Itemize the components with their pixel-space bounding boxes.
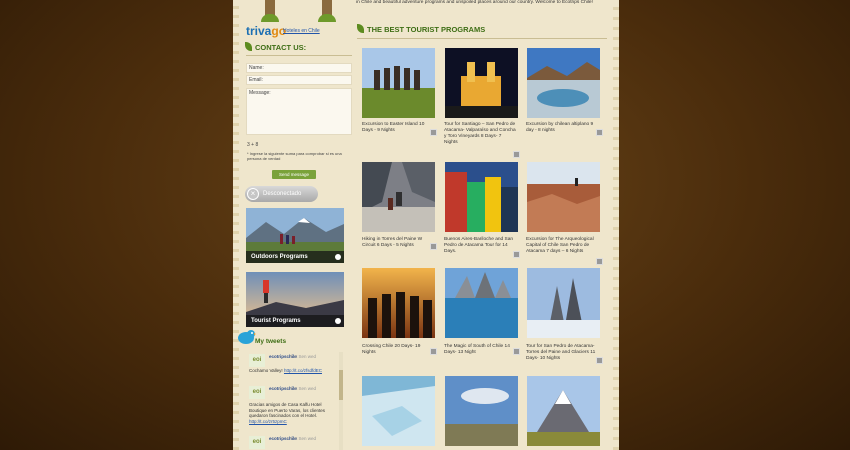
captcha-question: 3 + 8: [247, 142, 259, 148]
close-icon: ×: [247, 188, 259, 200]
contact-heading: CONTACT US:: [245, 42, 306, 52]
program-image-desert-valley[interactable]: [527, 162, 600, 232]
tweet-link[interactable]: http://t.co/zr5zpmC: [249, 419, 287, 424]
tweets-heading: My tweets: [255, 338, 287, 345]
program-image-altiplano-lagoon[interactable]: [527, 48, 600, 118]
intro-text: in Chile and beautiful adventure program…: [356, 0, 593, 5]
avatar: eoi: [249, 386, 265, 399]
program-image-torres-lake[interactable]: [445, 268, 518, 338]
program-image-santiago-night[interactable]: [445, 48, 518, 118]
avatar: eoi: [249, 354, 265, 367]
twitter-bird-icon: [238, 330, 256, 344]
program-image-volcano[interactable]: [527, 376, 600, 446]
program-caption[interactable]: Excursion for The Arqueological Capital …: [526, 237, 598, 255]
program-image-easter-island[interactable]: [362, 48, 435, 118]
divider: [357, 38, 607, 39]
trivago-link[interactable]: Hoteles en Chile: [283, 28, 320, 34]
grass-image: [261, 14, 279, 22]
program-caption[interactable]: Buenos Aires-Bariloche and San Pedro de …: [444, 237, 516, 255]
arrow-icon: [335, 254, 341, 260]
more-icon[interactable]: [513, 151, 520, 158]
name-field[interactable]: Name:: [246, 63, 352, 73]
tweets-scrollbar[interactable]: [339, 352, 343, 450]
program-caption[interactable]: Crossing Chile 20 Days- 19 Nights: [362, 344, 434, 356]
grass-image: [318, 14, 336, 22]
program-caption[interactable]: Excursion to Easter Island 10 Days - 9 N…: [362, 122, 434, 134]
avatar: eoi: [249, 436, 265, 449]
more-icon[interactable]: [513, 348, 520, 355]
divider: [246, 55, 352, 56]
leaf-icon: [357, 24, 364, 33]
program-caption[interactable]: Hiking in Torres del Paine W Circuit 6 D…: [362, 237, 434, 249]
tourist-programs-banner[interactable]: Tourist Programs: [246, 272, 344, 327]
chat-status-button[interactable]: × Desconectado: [245, 186, 318, 202]
program-image-glacier[interactable]: [362, 376, 435, 446]
program-caption[interactable]: Tour for San Pedro de Atacama- Torres de…: [526, 344, 598, 362]
message-field[interactable]: Message:: [246, 88, 352, 135]
send-message-button[interactable]: Send message: [272, 170, 316, 179]
more-icon[interactable]: [430, 243, 437, 250]
program-image-moai-sunset[interactable]: [362, 268, 435, 338]
more-icon[interactable]: [596, 129, 603, 136]
more-icon[interactable]: [430, 129, 437, 136]
more-icon[interactable]: [596, 357, 603, 364]
program-image-torres-peaks[interactable]: [527, 268, 600, 338]
tweet-link[interactable]: http://t.co/zfsdfdEC: [284, 368, 322, 373]
program-image-buenos-aires[interactable]: [445, 162, 518, 232]
program-caption[interactable]: Tour for Santiago – San Pedro de Atacama…: [444, 122, 516, 146]
more-icon[interactable]: [596, 258, 603, 265]
program-image-patagonia[interactable]: [445, 376, 518, 446]
leaf-icon: [245, 42, 252, 51]
captcha-hint: * Ingrese la siguiente suma para comprob…: [247, 151, 342, 161]
program-caption[interactable]: The Magic of South of Chile 14 Days- 13 …: [444, 344, 516, 356]
scrollbar-thumb[interactable]: [339, 370, 343, 400]
outdoors-programs-banner[interactable]: Outdoors Programs: [246, 208, 344, 263]
program-caption[interactable]: Excursion by chilean altiplano 9 day - 8…: [526, 122, 598, 134]
more-icon[interactable]: [513, 251, 520, 258]
more-icon[interactable]: [430, 348, 437, 355]
programs-heading: THE BEST TOURIST PROGRAMS: [357, 24, 485, 34]
program-image-hikers[interactable]: [362, 162, 435, 232]
email-field[interactable]: Email:: [246, 75, 352, 85]
trivago-logo[interactable]: trivago: [246, 24, 286, 38]
arrow-icon: [335, 318, 341, 324]
